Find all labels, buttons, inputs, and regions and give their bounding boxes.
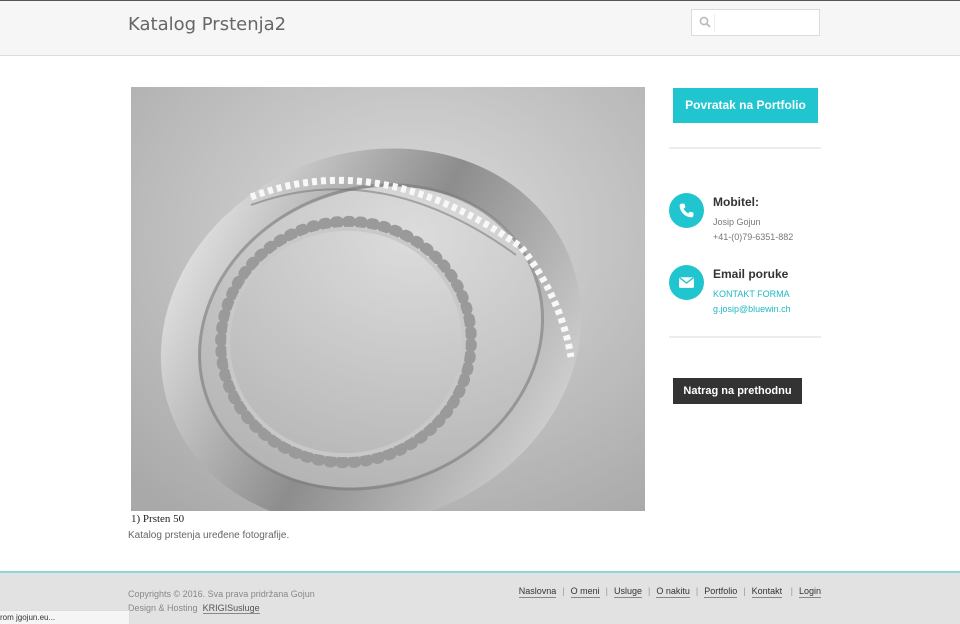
phone-icon-circle <box>669 193 704 228</box>
envelope-icon <box>679 277 694 288</box>
footer-nav-portfolio[interactable]: Portfolio <box>704 586 738 598</box>
footer-nav-kontakt[interactable]: Kontakt <box>751 586 783 598</box>
image-caption: 1) Prsten 50 <box>131 513 185 525</box>
ring-photo <box>131 87 645 511</box>
search-icon[interactable] <box>699 16 711 28</box>
contact-title-phone: Mobitel: <box>713 195 759 209</box>
envelope-icon-circle <box>669 265 704 300</box>
search-input[interactable] <box>718 13 816 33</box>
footer-nav: Naslovna | O meni | Usluge | O nakitu | Portfoli… <box>518 586 821 598</box>
site-title[interactable]: Katalog Prstenja2 <box>128 14 286 35</box>
footer-nav-o-meni[interactable]: O meni <box>570 586 600 598</box>
search-divider <box>714 14 715 32</box>
sidebar-divider <box>669 147 821 149</box>
copyright-text: Copyrights © 2016. Sva prava pridržana G… <box>128 587 328 615</box>
footer-nav-login[interactable]: Login <box>798 586 821 598</box>
site-header: Katalog Prstenja2 <box>0 1 960 56</box>
email-link[interactable]: g.josip@bluewin.ch <box>713 304 791 314</box>
footer-nav-o-nakitu[interactable]: O nakitu <box>656 586 690 598</box>
contact-form-link[interactable]: KONTAKT FORMA <box>713 289 790 299</box>
search-box[interactable] <box>691 9 820 36</box>
phone-icon <box>679 203 694 218</box>
hosting-link[interactable]: KRIGISusluge <box>202 603 260 614</box>
footer-nav-naslovna[interactable]: Naslovna <box>518 586 557 598</box>
contact-title-email: Email poruke <box>713 267 789 281</box>
contact-name: Josip Gojun <box>713 217 761 227</box>
back-to-previous-button[interactable]: Natrag na prethodnu <box>673 378 802 404</box>
back-to-portfolio-button[interactable]: Povratak na Portfolio <box>673 88 818 123</box>
site-footer: Copyrights © 2016. Sva prava pridržana G… <box>0 571 960 624</box>
contact-phone-number: +41-(0)79-6351-882 <box>713 232 794 242</box>
browser-status-bar: rom jgojun.eu... <box>0 610 130 624</box>
footer-nav-usluge[interactable]: Usluge <box>613 586 642 598</box>
sidebar-divider <box>669 336 821 338</box>
page-description: Katalog prstenja uređene fotografije. <box>128 530 290 541</box>
ring-photo-image <box>131 87 645 511</box>
